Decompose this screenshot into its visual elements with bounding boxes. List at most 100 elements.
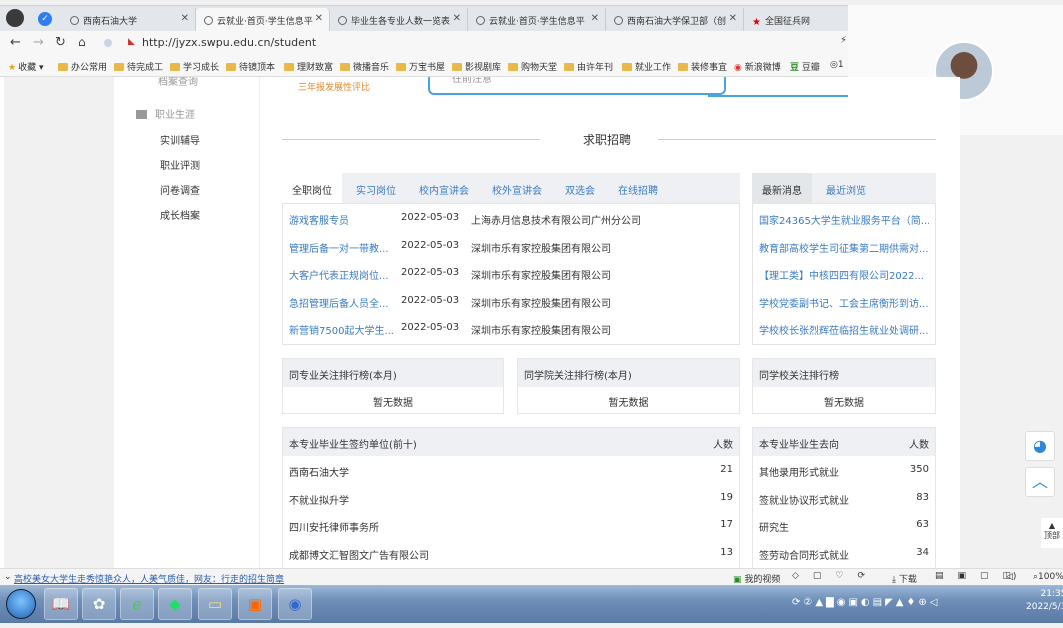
- ranking-title: 同专业关注排行榜(本月): [283, 359, 503, 387]
- home-icon[interactable]: ⌂: [78, 35, 86, 49]
- browser-app-icon[interactable]: ℯ: [120, 588, 154, 620]
- status-icons[interactable]: ◇▢♡⟳: [792, 571, 879, 581]
- scroll-up-button[interactable]: ︿: [1025, 467, 1055, 497]
- job-title-link[interactable]: 急招管理后备人员全...: [289, 295, 393, 310]
- folder-icon: [58, 63, 68, 71]
- bookmark-favorites[interactable]: ★ 收藏 ▾: [8, 60, 43, 73]
- news-link[interactable]: 学校校长张烈辉莅临招生就业处调研...: [759, 322, 929, 337]
- my-video-button[interactable]: ▣ 我的视频: [733, 572, 780, 585]
- system-clock[interactable]: 21:35 2022/5/3: [1026, 588, 1063, 614]
- url-input[interactable]: http://jyzx.swpu.edu.cn/student: [142, 36, 316, 49]
- refresh-icon[interactable]: ↻: [55, 35, 66, 50]
- news-ticker-link[interactable]: 高校美女大学生走秀惊艳众人，人美气质佳，网友：行走的招生简章: [14, 572, 284, 585]
- bookmark-douban[interactable]: 豆 豆瓣: [790, 60, 820, 73]
- tab-oncampus-talks[interactable]: 校内宣讲会: [419, 182, 469, 197]
- top-card[interactable]: 往前注意: [428, 77, 726, 95]
- sidebar-item-training[interactable]: 实训辅导: [160, 132, 200, 147]
- bookmark-folder[interactable]: 待完成工: [114, 60, 163, 73]
- pdf-app-icon[interactable]: ▣: [238, 588, 272, 620]
- tab-2[interactable]: 云就业·首页·学生信息平 ✕: [196, 8, 330, 32]
- clock-date: 2022/5/3: [1026, 602, 1063, 612]
- table-header: 本专业毕业生去向 人数: [753, 428, 935, 456]
- bookmark-folder[interactable]: 影视剧库: [452, 60, 501, 73]
- news-link[interactable]: 国家24365大学生就业服务平台（简...: [759, 212, 929, 227]
- app-icon-1[interactable]: 📖: [44, 588, 78, 620]
- close-icon[interactable]: ✕: [315, 13, 323, 24]
- forward-icon[interactable]: →: [33, 35, 44, 50]
- tab-fulltime[interactable]: 全职岗位: [282, 173, 342, 203]
- tab-6[interactable]: ★ 全国征兵网: [744, 8, 848, 32]
- tab-internship[interactable]: 实习岗位: [356, 182, 396, 197]
- briefcase-icon: [136, 110, 147, 119]
- browser-logo-icon[interactable]: ✓: [38, 12, 52, 26]
- sidebar-section-career[interactable]: 职业生涯: [136, 106, 195, 121]
- close-icon[interactable]: ✕: [591, 13, 599, 24]
- close-icon[interactable]: ✕: [729, 13, 737, 24]
- user-avatar-icon[interactable]: [6, 9, 24, 27]
- job-title-link[interactable]: 游戏客服专员: [289, 212, 393, 227]
- app-icon-7[interactable]: ◉: [278, 588, 312, 620]
- start-button[interactable]: [6, 589, 36, 619]
- job-title-link[interactable]: 大客户代表正规岗位...: [289, 267, 393, 282]
- top-card-right: [708, 77, 848, 97]
- lightning-icon[interactable]: ⚡: [840, 35, 847, 46]
- back-icon[interactable]: ←: [10, 35, 21, 50]
- bookmark-folder[interactable]: 万宝书屋: [396, 60, 445, 73]
- chevron-down-icon[interactable]: ⌄: [4, 572, 12, 582]
- news-link[interactable]: 教育部高校学生司征集第二期供需对...: [759, 240, 929, 255]
- bookmark-folder[interactable]: 就业工作: [622, 60, 671, 73]
- bookmark-folder[interactable]: 装修事宜: [678, 60, 727, 73]
- app-icon-2[interactable]: ✿: [82, 588, 116, 620]
- bookmark-folder[interactable]: 理财致富: [284, 60, 333, 73]
- news-link[interactable]: 【理工类】中核四四有限公司2022...: [759, 267, 929, 282]
- site-info-icon[interactable]: ◣: [128, 37, 135, 47]
- address-bar: ← → ↻ ⌂ ◣ http://jyzx.swpu.edu.cn/studen…: [0, 31, 848, 55]
- sidebar-item-growth-archive[interactable]: 成长档案: [160, 207, 200, 222]
- tab-recently-viewed[interactable]: 最近浏览: [826, 182, 866, 197]
- tab-1[interactable]: 西南石油大学 ✕: [62, 8, 196, 32]
- tab-3[interactable]: 毕业生各专业人数一览表 ✕: [330, 8, 468, 32]
- job-title-link[interactable]: 管理后备一对一带教...: [289, 240, 393, 255]
- bookmark-label: 购物天堂: [521, 63, 558, 73]
- bookmark-folder[interactable]: 由许年刊: [564, 60, 613, 73]
- app-icon-4[interactable]: ◆: [158, 588, 192, 620]
- video-label: 我的视频: [744, 575, 781, 585]
- sidebar-item-partial[interactable]: 档案查询: [158, 77, 198, 88]
- system-tray[interactable]: ⟳②▲▇◉▣◐▤◤▲♦⊕◁: [792, 597, 941, 608]
- job-title-link[interactable]: 新营销7500起大学生...: [289, 322, 393, 337]
- bookmark-weibo[interactable]: ◉ 新浪微博: [734, 60, 781, 73]
- close-icon[interactable]: ✕: [453, 13, 461, 24]
- globe-icon: [476, 16, 485, 25]
- job-company: 深圳市乐有家控股集团有限公司: [471, 326, 611, 337]
- speaker-icon[interactable]: ◁): [1006, 572, 1016, 582]
- zoom-level[interactable]: ⌕100%: [1033, 572, 1063, 582]
- file-explorer-icon[interactable]: ▭: [198, 588, 232, 620]
- bookmark-label: 待完成工: [127, 63, 164, 73]
- tab-offcampus-talks[interactable]: 校外宣讲会: [492, 182, 542, 197]
- news-link[interactable]: 学校党委副书记、工会主席衡形到访...: [759, 295, 929, 310]
- bookmark-folder[interactable]: 待镜顶本: [226, 60, 275, 73]
- tab-5[interactable]: 西南石油大学保卫部（创 ✕: [606, 8, 744, 32]
- bookmark-label: 就业工作: [635, 63, 672, 73]
- close-icon[interactable]: ✕: [181, 13, 189, 24]
- tab-4[interactable]: 云就业·首页·学生信息平 ✕: [468, 8, 606, 32]
- bookmark-folder[interactable]: 购物天堂: [508, 60, 557, 73]
- bookmark-folder[interactable]: 办公常用: [58, 60, 107, 73]
- destination-table: 本专业毕业生去向 人数 其他录用形式就业 350 签就业协议形式就业 83 研究生 63…: [752, 427, 936, 568]
- sidebar-item-survey[interactable]: 问卷调查: [160, 182, 200, 197]
- tab-online-recruit[interactable]: 在线招聘: [618, 182, 658, 197]
- top-link-orange[interactable]: 三年报发展性评比: [298, 80, 370, 93]
- tab-job-fair[interactable]: 双选会: [565, 182, 595, 197]
- bookmark-folder[interactable]: 微播音乐: [340, 60, 389, 73]
- customer-service-button[interactable]: ◕: [1025, 431, 1055, 461]
- back-to-top-button[interactable]: ▲ 顶部: [1041, 518, 1063, 548]
- bookmark-more[interactable]: ◎1: [830, 60, 844, 70]
- download-button[interactable]: ⤓ 下载: [892, 572, 917, 585]
- tab-latest-news[interactable]: 最新消息: [752, 173, 812, 203]
- weibo-icon: ◉: [734, 63, 742, 73]
- download-icon: ⤓: [892, 575, 896, 585]
- table-row: 西南石油大学 21: [283, 456, 739, 484]
- bookmark-folder[interactable]: 学习成长: [170, 60, 219, 73]
- sidebar-item-assessment[interactable]: 职业评测: [160, 157, 200, 172]
- ranking-empty: 暂无数据: [824, 398, 864, 409]
